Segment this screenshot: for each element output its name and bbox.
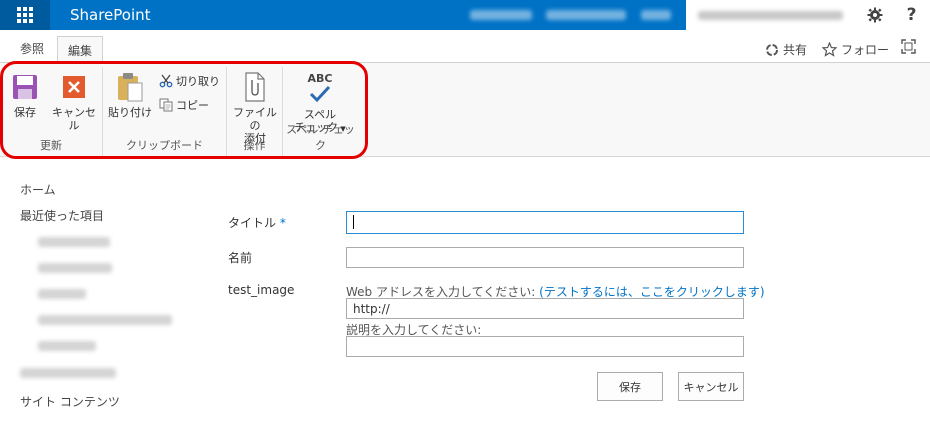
star-icon: [822, 42, 837, 57]
waffle-icon: [17, 7, 33, 23]
test-image-label: test_image: [228, 283, 295, 297]
tab-edit[interactable]: 編集: [57, 36, 103, 64]
description-input[interactable]: [346, 336, 744, 357]
help-button[interactable]: ?: [893, 0, 930, 30]
share-button[interactable]: 共有: [765, 41, 807, 58]
nav-recent-item[interactable]: [38, 341, 96, 351]
ribbon-highlight-annotation: [0, 61, 368, 159]
name-label: 名前: [228, 251, 253, 265]
nav-recent[interactable]: 最近使った項目: [20, 207, 104, 224]
app-launcher-button[interactable]: [0, 0, 50, 30]
ribbon-tab-row: 参照 編集 共有 フォロー: [0, 30, 930, 64]
suite-bar: SharePoint ?: [0, 0, 930, 30]
help-icon: ?: [906, 5, 917, 25]
title-input[interactable]: [346, 211, 744, 234]
follow-button[interactable]: フォロー: [822, 41, 889, 58]
nav-recent-item[interactable]: [38, 237, 110, 247]
gear-icon: [867, 7, 882, 23]
nav-recent-item[interactable]: [38, 263, 112, 273]
focus-content-button[interactable]: [901, 39, 920, 54]
brand-title[interactable]: SharePoint: [70, 6, 151, 24]
name-input[interactable]: [346, 247, 744, 268]
tab-browse[interactable]: 参照: [20, 40, 44, 57]
follow-label: フォロー: [841, 43, 890, 57]
required-mark: *: [279, 216, 286, 230]
redacted-link[interactable]: [546, 10, 626, 20]
cancel-button[interactable]: キャンセル: [678, 372, 744, 401]
share-label: 共有: [783, 43, 808, 57]
user-menu[interactable]: [686, 0, 856, 30]
redacted-link[interactable]: [641, 10, 671, 20]
nav-item-redacted[interactable]: [20, 368, 116, 378]
save-button[interactable]: 保存: [597, 372, 663, 401]
url-test-link[interactable]: (テストするには、ここをクリックします): [539, 285, 764, 299]
nav-recent-item[interactable]: [38, 315, 172, 325]
focus-mode-icon: [901, 39, 916, 54]
title-label: タイトル *: [228, 214, 286, 231]
nav-site-contents[interactable]: サイト コンテンツ: [20, 393, 120, 410]
nav-recent-item[interactable]: [38, 289, 86, 299]
url-input[interactable]: [346, 298, 744, 319]
url-hint-text: Web アドレスを入力してください:: [346, 285, 536, 299]
redacted-link[interactable]: [470, 10, 532, 20]
title-label-text: タイトル: [228, 216, 277, 230]
share-icon: [766, 43, 778, 56]
nav-home[interactable]: ホーム: [20, 181, 56, 198]
text-caret: [353, 215, 354, 229]
settings-button[interactable]: [856, 0, 893, 30]
redacted-user-name: [698, 11, 843, 20]
